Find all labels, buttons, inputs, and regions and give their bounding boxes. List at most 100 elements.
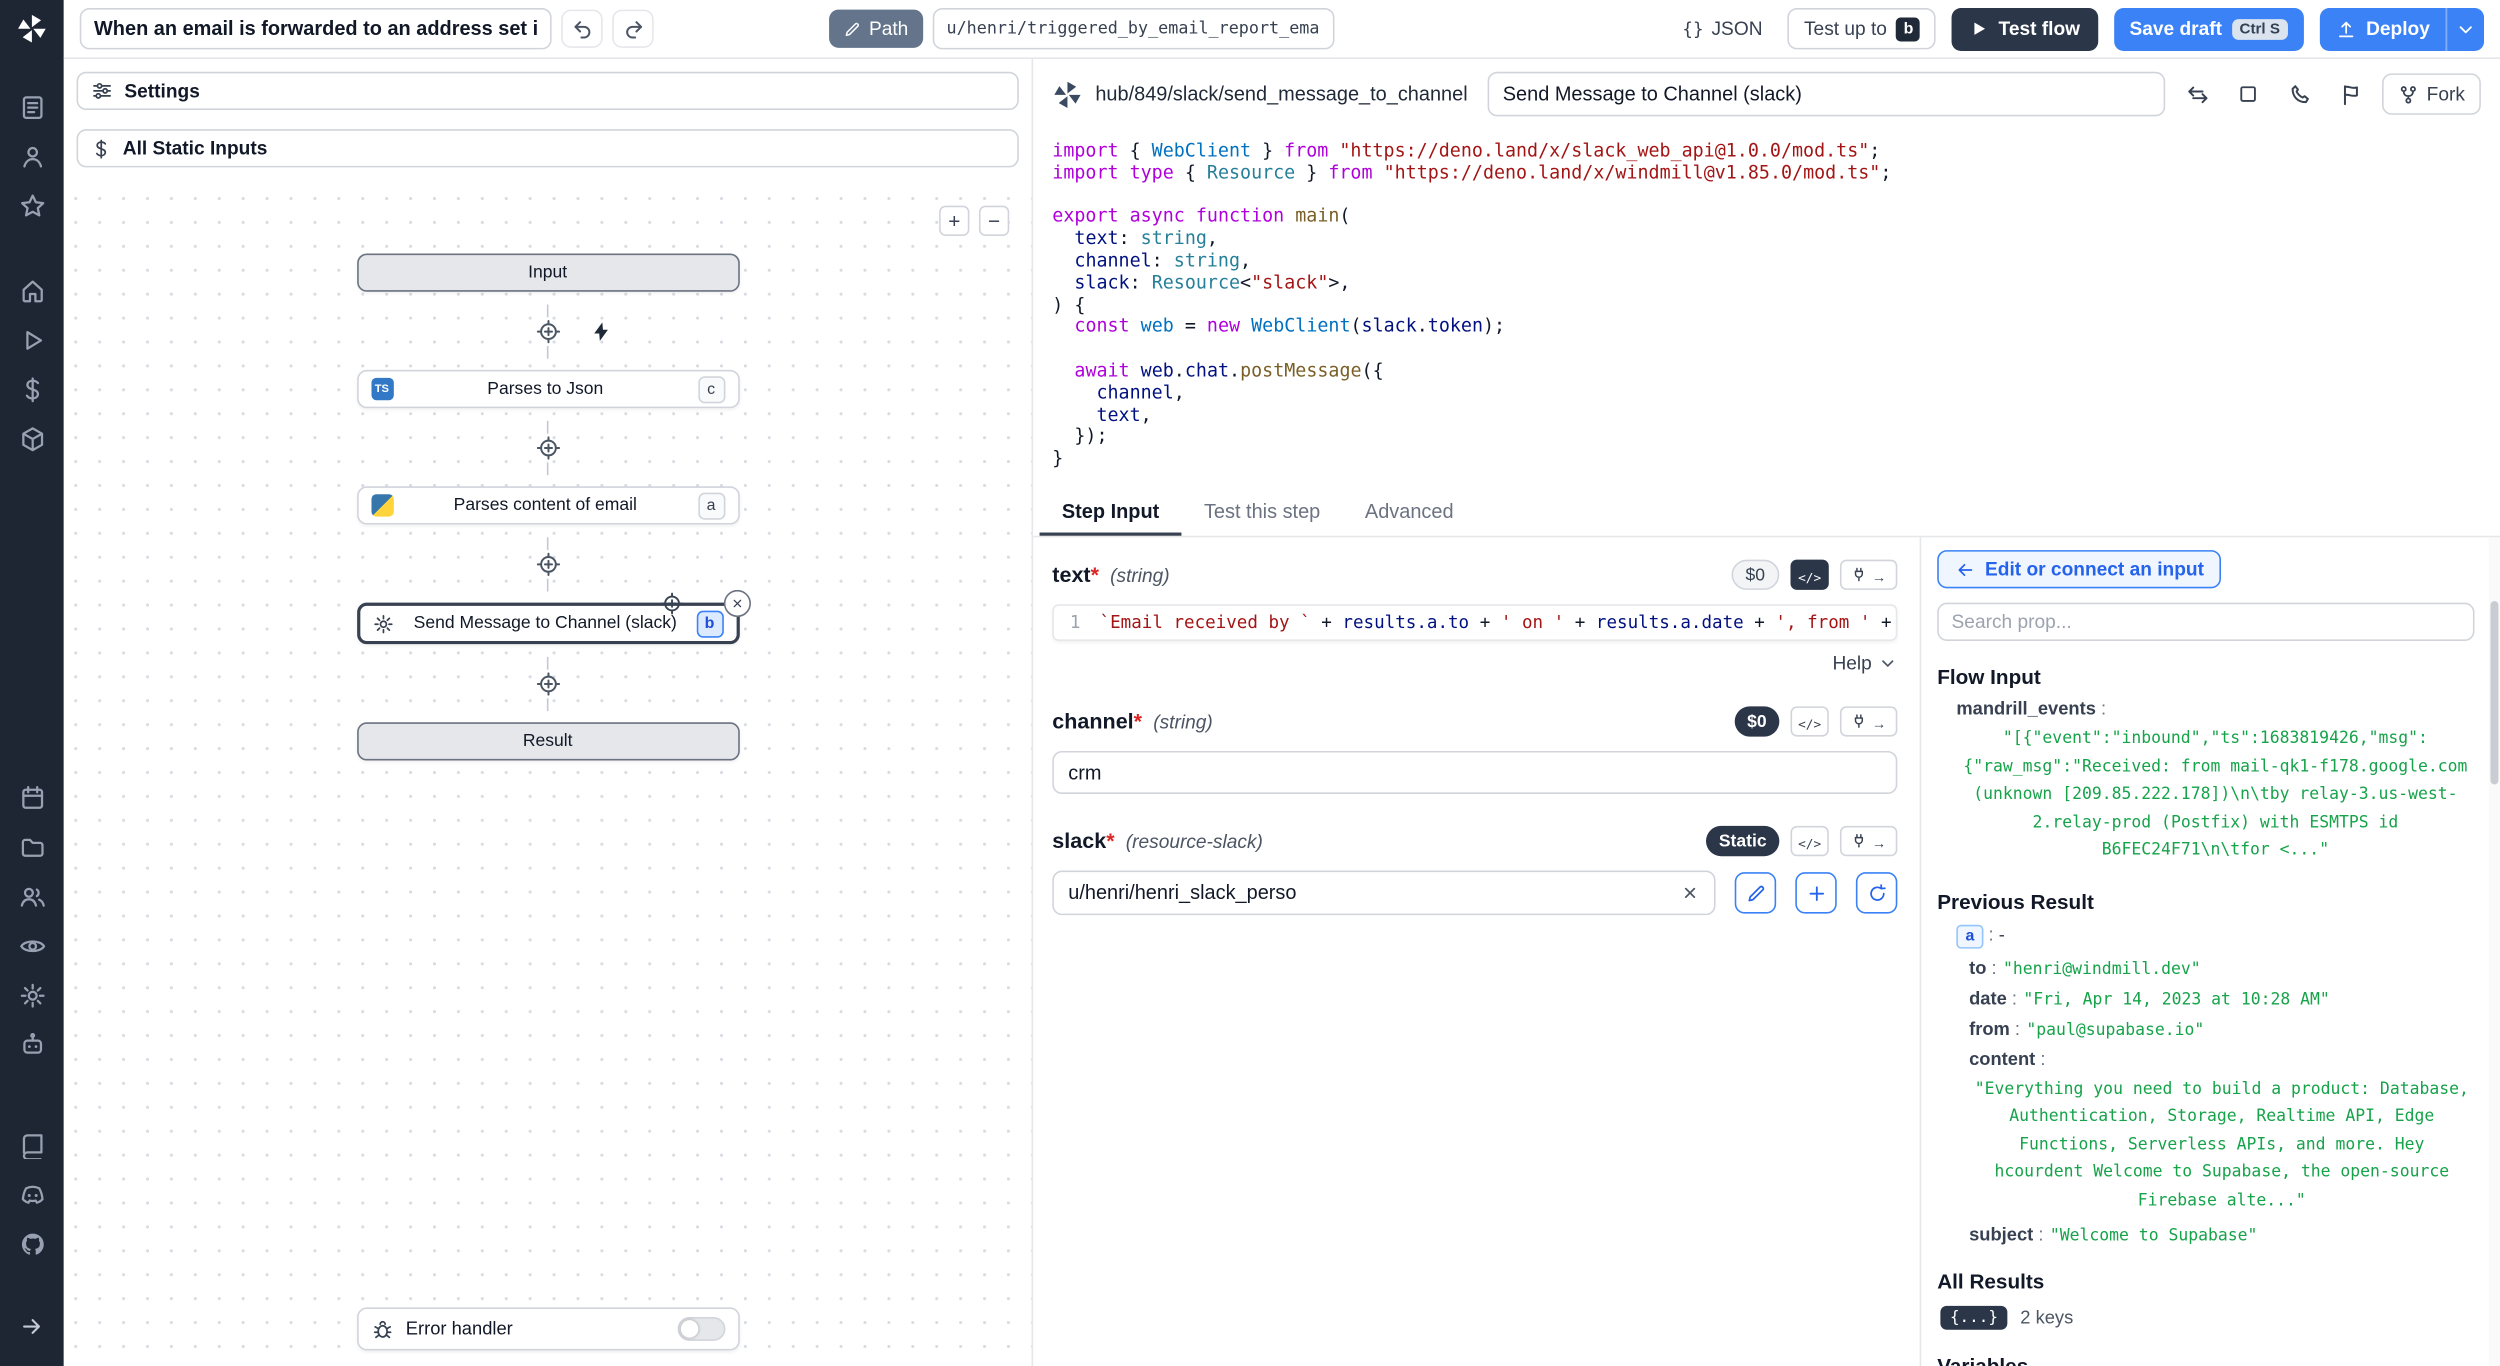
tab-test-this-step[interactable]: Test this step <box>1182 489 1343 535</box>
flow-title-input[interactable] <box>80 8 552 49</box>
save-draft-button[interactable]: Save draft Ctrl S <box>2114 7 2304 50</box>
sidebar-expand-button[interactable] <box>0 1301 64 1350</box>
sidebar-item-calendar[interactable] <box>0 773 64 822</box>
phone-button[interactable] <box>2280 75 2318 113</box>
arrow-left-icon <box>1955 559 1976 580</box>
text-code-toggle[interactable] <box>1791 560 1829 590</box>
refresh-resource-button[interactable] <box>1856 872 1897 913</box>
save-draft-kbd: Ctrl S <box>2232 18 2288 39</box>
clear-resource-button[interactable] <box>1680 883 1699 902</box>
channel-arg-badge[interactable]: $0 <box>1734 706 1779 736</box>
path-input[interactable] <box>932 8 1334 49</box>
deploy-button[interactable]: Deploy <box>2320 7 2446 50</box>
flow-canvas[interactable]: + − Input <box>64 187 1032 1366</box>
window-button[interactable] <box>2229 75 2267 113</box>
sidebar-item-bot[interactable] <box>0 1020 64 1069</box>
sidebar-item-book[interactable] <box>0 1121 64 1170</box>
text-connect-button[interactable] <box>1840 560 1897 590</box>
settings-section-button[interactable]: Settings <box>77 72 1019 110</box>
slack-code-toggle[interactable] <box>1791 826 1829 856</box>
path-chip[interactable]: Path <box>829 10 923 48</box>
flow-node-parses-content-of-email[interactable]: Parses content of email a <box>356 486 739 524</box>
slack-connect-button[interactable] <box>1840 826 1897 856</box>
sync-button[interactable] <box>2178 75 2216 113</box>
help-link[interactable]: Help <box>1832 652 1871 674</box>
deploy-dropdown-button[interactable] <box>2446 7 2484 50</box>
prop-row-to[interactable]: to"henri@windmill.dev" <box>1937 959 2474 978</box>
sidebar-item-home[interactable] <box>0 266 64 315</box>
tab-advanced[interactable]: Advanced <box>1343 489 1476 535</box>
flow-node-send-message[interactable]: Send Message to Channel (slack) b <box>356 603 739 644</box>
step-summary-input[interactable] <box>1487 72 2165 117</box>
channel-code-toggle[interactable] <box>1791 706 1829 736</box>
prop-row-from[interactable]: from"paul@supabase.io" <box>1937 1020 2474 1039</box>
code-line: }); <box>1052 426 2484 448</box>
prop-search-input[interactable] <box>1937 603 2474 641</box>
move-node-button[interactable] <box>658 590 685 617</box>
prop-row-date[interactable]: date"Fri, Apr 14, 2023 at 10:28 AM" <box>1937 989 2474 1008</box>
add-resource-button[interactable] <box>1795 872 1836 913</box>
error-handler-toggle[interactable] <box>677 1317 725 1341</box>
sidebar-item-eye[interactable] <box>0 922 64 971</box>
scrollbar[interactable] <box>2489 537 2500 1366</box>
sidebar-item-cube[interactable] <box>0 415 64 464</box>
channel-connect-button[interactable] <box>1840 706 1897 736</box>
test-up-to-button[interactable]: Test up to b <box>1788 8 1936 49</box>
hub-script-path[interactable]: hub/849/slack/send_message_to_channel <box>1095 83 1467 105</box>
add-step-button[interactable] <box>535 551 561 577</box>
all-results-expand[interactable]: {...} <box>1940 1306 2007 1330</box>
static-inputs-section-button[interactable]: All Static Inputs <box>77 129 1019 167</box>
test-flow-button[interactable]: Test flow <box>1952 7 2097 50</box>
sidebar-item-discord[interactable] <box>0 1170 64 1219</box>
sidebar-item-dollar[interactable] <box>0 365 64 414</box>
channel-input[interactable] <box>1052 751 1897 794</box>
redo-button[interactable] <box>612 10 653 48</box>
add-step-button[interactable] <box>535 318 561 344</box>
sidebar-item-users[interactable] <box>0 872 64 921</box>
sidebar-item-gear[interactable] <box>0 971 64 1020</box>
flow-node-parses-to-json[interactable]: Parses to Json c <box>356 370 739 408</box>
error-handler-node[interactable]: Error handler <box>356 1307 739 1350</box>
text-expression-editor[interactable]: 1 `Email received by ` + results.a.to + … <box>1052 604 1897 641</box>
edit-connect-button[interactable]: Edit or connect an input <box>1937 550 2221 588</box>
flow-node-input[interactable]: Input <box>356 254 739 292</box>
zoom-out-button[interactable]: − <box>979 206 1009 236</box>
delete-node-button[interactable] <box>723 590 750 617</box>
arrow-right-icon <box>1872 560 1886 589</box>
scrollbar-thumb[interactable] <box>2490 601 2498 784</box>
add-step-button[interactable] <box>535 670 561 696</box>
slack-arg-badge[interactable]: Static <box>1706 826 1779 856</box>
prop-row-content[interactable]: content"Everything you need to build a p… <box>1937 1050 2474 1215</box>
play-icon <box>1970 19 1989 38</box>
text-arg-badge[interactable]: $0 <box>1731 560 1779 590</box>
slack-field-header: slack* (resource-slack) Static <box>1052 826 1897 856</box>
fork-button[interactable]: Fork <box>2382 73 2481 114</box>
required-mark: * <box>1091 563 1099 587</box>
windmill-logo-icon[interactable] <box>16 13 48 45</box>
sidebar-item-play[interactable] <box>0 316 64 365</box>
sidebar-item-github[interactable] <box>0 1220 64 1269</box>
sidebar-item-user[interactable] <box>0 132 64 181</box>
edit-resource-button[interactable] <box>1735 872 1776 913</box>
tab-step-input[interactable]: Step Input <box>1040 489 1182 535</box>
code-editor[interactable]: import { WebClient } from "https://deno.… <box>1033 129 2500 489</box>
add-step-button[interactable] <box>535 434 561 460</box>
flow-node-result[interactable]: Result <box>356 722 739 760</box>
zoom-in-button[interactable]: + <box>939 206 969 236</box>
diff-button[interactable] <box>2331 75 2369 113</box>
prop-row-mandrill-events[interactable]: mandrill_events "[{"event":"inbound","ts… <box>1937 700 2474 865</box>
sidebar-item-star[interactable] <box>0 182 64 231</box>
slack-resource-input[interactable]: u/henri/henri_slack_perso <box>1052 871 1715 916</box>
result-a-row[interactable]: a- <box>1937 924 2474 948</box>
code-line: const web = new WebClient(slack.token); <box>1052 316 2484 338</box>
all-results-meta: 2 keys <box>2020 1308 2073 1327</box>
undo-button[interactable] <box>561 10 602 48</box>
sidebar-item-list[interactable] <box>0 83 64 132</box>
json-button[interactable]: JSON <box>1673 8 1772 49</box>
resource-path: u/henri/henri_slack_perso <box>1068 882 1680 904</box>
previous-result-title: Previous Result <box>1937 889 2474 913</box>
prop-row-subject[interactable]: subject"Welcome to Supabase" <box>1937 1226 2474 1245</box>
flow-panel: Settings All Static Inputs + − Input <box>64 59 1033 1366</box>
square-icon <box>2237 83 2259 105</box>
sidebar-item-folder[interactable] <box>0 823 64 872</box>
